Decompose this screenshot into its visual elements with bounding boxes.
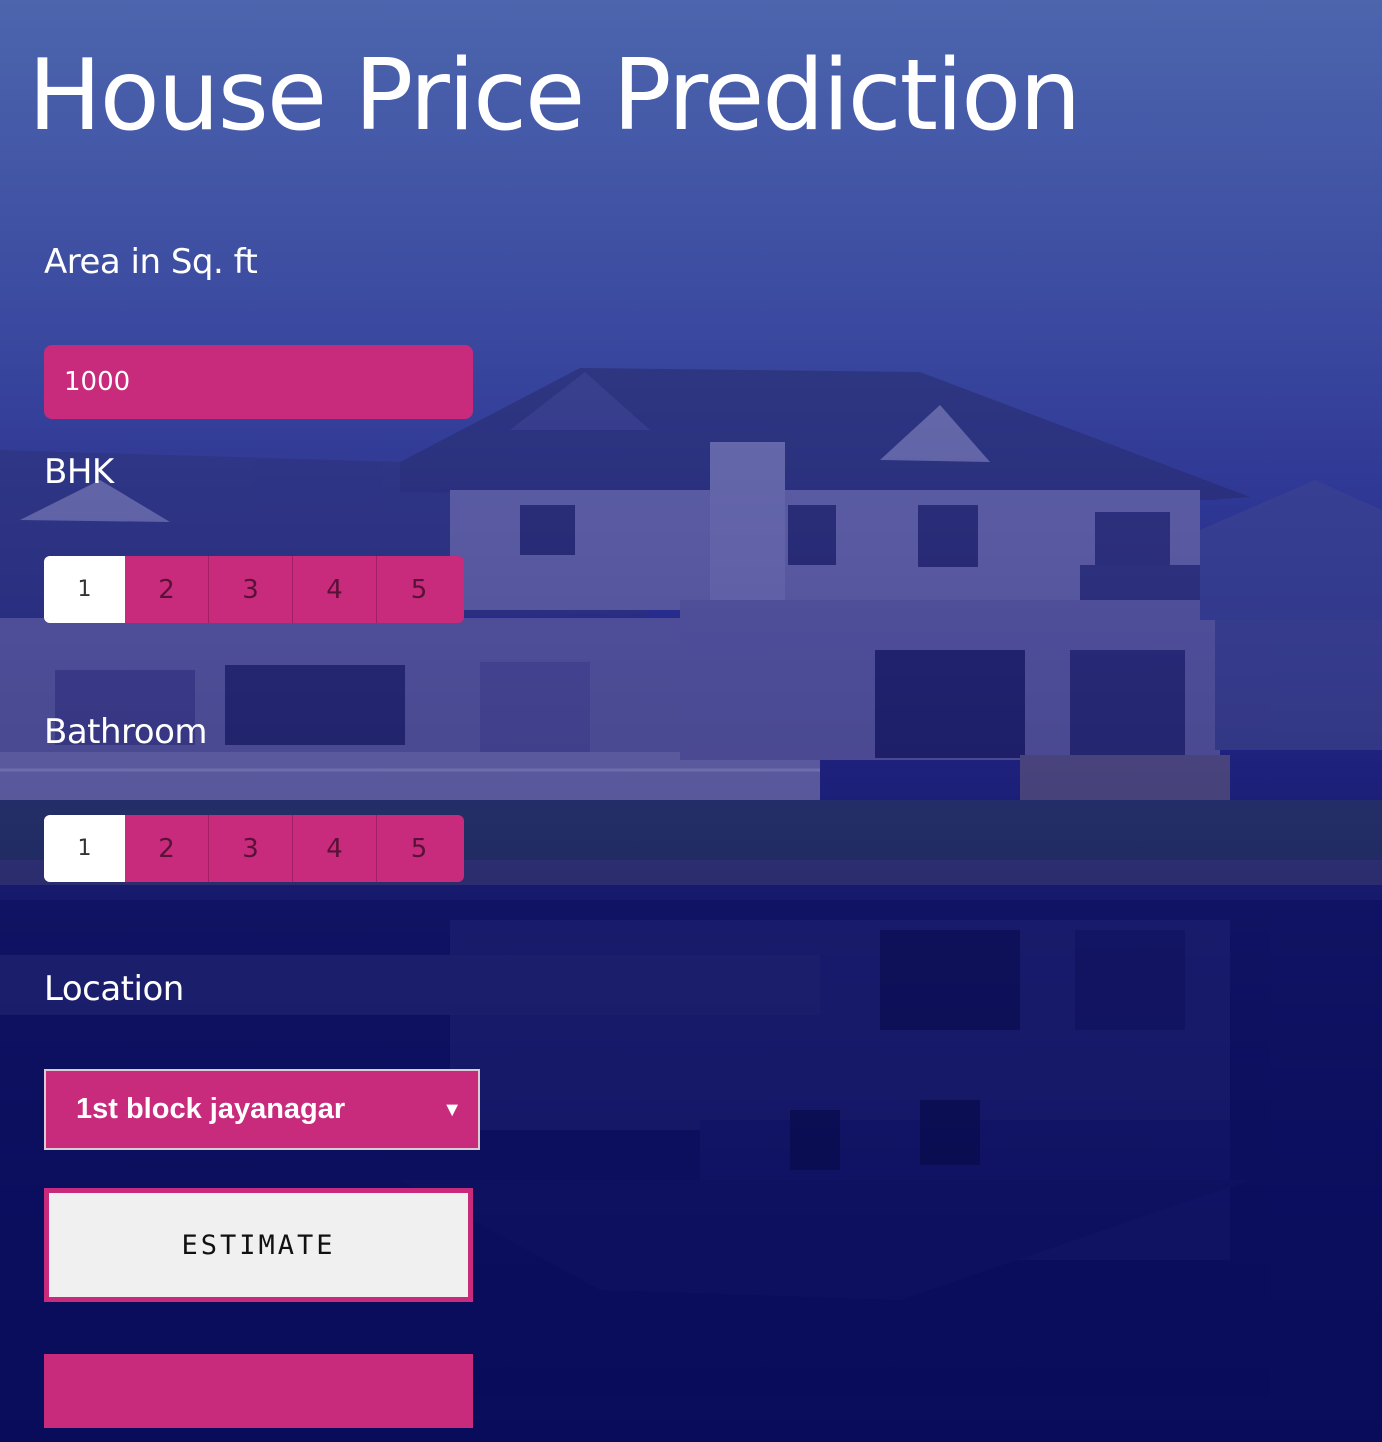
bathroom-selector: 1 2 3 4 5 [44, 815, 464, 882]
location-dropdown[interactable]: 1st block jayanagar ▼ [44, 1069, 480, 1150]
bathroom-option-1[interactable]: 1 [44, 815, 125, 882]
bhk-label: BHK [44, 452, 114, 492]
bathroom-option-2[interactable]: 2 [125, 815, 209, 882]
area-input[interactable] [44, 345, 473, 419]
bathroom-option-5[interactable]: 5 [377, 815, 461, 882]
dropdown-arrow-icon: ▼ [442, 1099, 462, 1121]
area-label: Area in Sq. ft [44, 242, 258, 282]
bhk-selector: 1 2 3 4 5 [44, 556, 464, 623]
bhk-option-4[interactable]: 4 [293, 556, 377, 623]
location-selected-value: 1st block jayanagar [76, 1093, 346, 1125]
page-title: House Price Prediction [28, 39, 1081, 153]
bhk-option-1[interactable]: 1 [44, 556, 125, 623]
bathroom-label: Bathroom [44, 712, 208, 752]
bhk-option-5[interactable]: 5 [377, 556, 461, 623]
estimate-button[interactable]: ESTIMATE [44, 1188, 473, 1302]
bhk-option-3[interactable]: 3 [209, 556, 293, 623]
bathroom-option-3[interactable]: 3 [209, 815, 293, 882]
bathroom-option-4[interactable]: 4 [293, 815, 377, 882]
location-label: Location [44, 969, 184, 1009]
bhk-option-2[interactable]: 2 [125, 556, 209, 623]
estimated-price-output [44, 1354, 473, 1428]
